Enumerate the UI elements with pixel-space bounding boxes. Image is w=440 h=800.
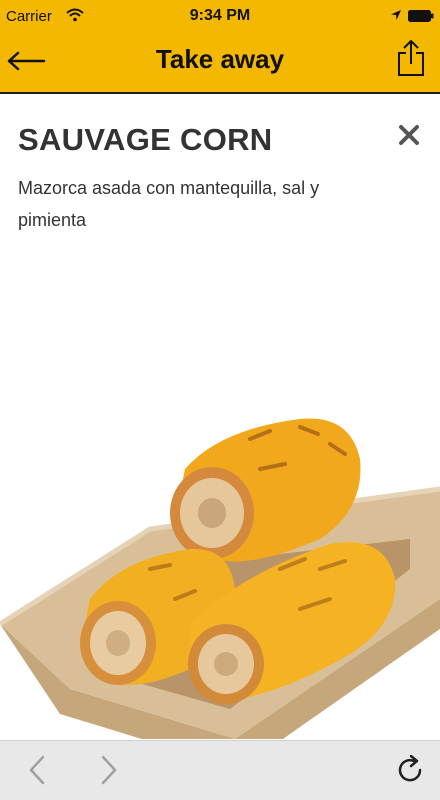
product-image xyxy=(0,418,440,739)
toolbar-back-button[interactable] xyxy=(22,755,52,785)
browser-toolbar xyxy=(0,740,440,800)
status-bar: Carrier 9:34 PM xyxy=(0,0,440,34)
share-button[interactable] xyxy=(394,38,428,78)
battery-icon xyxy=(408,10,434,22)
top-bar: Carrier 9:34 PM Take away xyxy=(0,0,440,94)
product-detail: SAUVAGE CORN Mazorca asada con mantequil… xyxy=(0,94,440,740)
product-title: SAUVAGE CORN xyxy=(18,122,273,157)
toolbar-forward-button[interactable] xyxy=(94,755,124,785)
close-button[interactable] xyxy=(396,122,422,148)
toolbar-reload-button[interactable] xyxy=(396,755,426,785)
share-icon xyxy=(398,40,424,76)
nav-bar: Take away xyxy=(0,34,440,92)
status-time: 9:34 PM xyxy=(189,7,251,24)
close-icon xyxy=(399,125,419,145)
reload-icon xyxy=(398,755,422,782)
app-screen: Carrier 9:34 PM Take away SAUVAGE CORN M… xyxy=(0,0,440,800)
nav-title: Take away xyxy=(155,44,285,74)
chevron-left-icon xyxy=(29,755,45,785)
location-arrow-icon xyxy=(391,10,401,20)
chevron-right-icon xyxy=(101,755,117,785)
product-description: Mazorca asada con mantequilla, sal y pim… xyxy=(18,178,320,230)
